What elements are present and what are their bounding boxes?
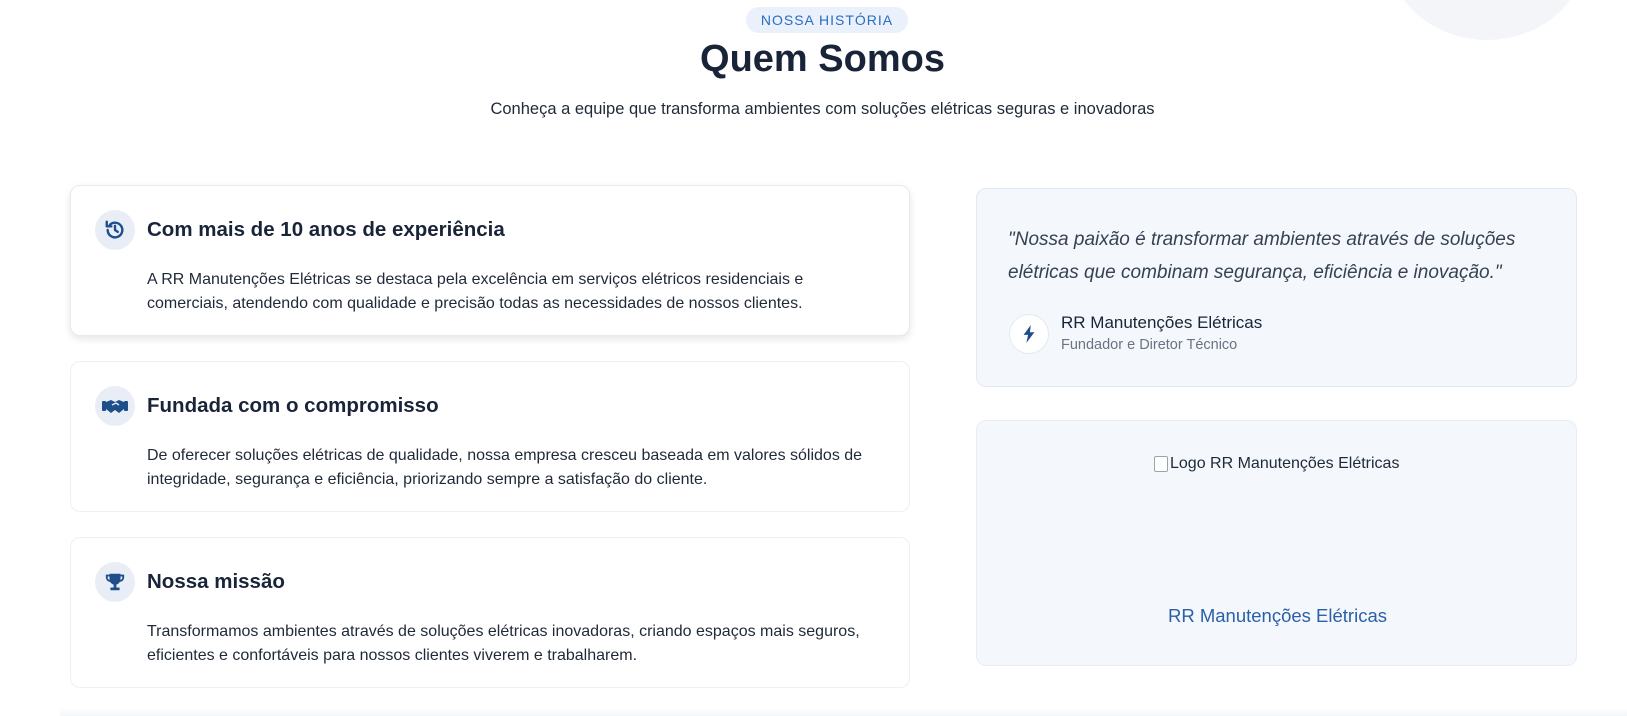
quote-author-role: Fundador e Diretor Técnico: [1061, 337, 1238, 353]
company-logo: Logo RR Manutenções Elétricas: [1154, 453, 1404, 475]
bolt-icon: [1009, 314, 1049, 354]
broken-image-icon: [1154, 456, 1168, 472]
section-title: Quem Somos: [700, 38, 945, 80]
card-body: De oferecer soluções elétricas de qualid…: [147, 447, 863, 488]
card-commitment: Fundada com o compromisso De oferecer so…: [70, 361, 910, 512]
logo-caption: RR Manutenções Elétricas: [1167, 605, 1387, 626]
card-title: Fundada com o compromisso: [147, 394, 439, 417]
history-icon: [95, 210, 135, 250]
card-mission: Nossa missão Transformamos ambientes atr…: [70, 537, 910, 688]
card-body: A RR Manutenções Elétricas se destaca pe…: [147, 271, 804, 312]
trophy-icon: [95, 562, 135, 602]
card-title: Nossa missão: [147, 570, 285, 593]
corner-decoration: [1387, 0, 1587, 40]
about-section: NOSSA HISTÓRIA Quem Somos Conheça a equi…: [0, 0, 1627, 716]
quote-card: "Nossa paixão é transformar ambientes at…: [976, 188, 1577, 387]
card-experience: Com mais de 10 anos de experiência A RR …: [70, 185, 910, 336]
logo-alt-text: Logo RR Manutenções Elétricas: [1170, 455, 1400, 472]
quote-author: RR Manutenções Elétricas: [1061, 313, 1263, 332]
card-body: Transformamos ambientes através de soluç…: [147, 623, 860, 664]
section-subtitle: Conheça a equipe que transforma ambiente…: [490, 100, 1155, 118]
logo-card: Logo RR Manutenções Elétricas RR Manuten…: [976, 420, 1577, 666]
bottom-divider: [60, 708, 1627, 716]
handshake-icon: [95, 386, 135, 426]
card-title: Com mais de 10 anos de experiência: [147, 218, 505, 241]
quote-text: "Nossa paixão é transformar ambientes at…: [1008, 229, 1516, 283]
section-badge: NOSSA HISTÓRIA: [746, 7, 908, 33]
